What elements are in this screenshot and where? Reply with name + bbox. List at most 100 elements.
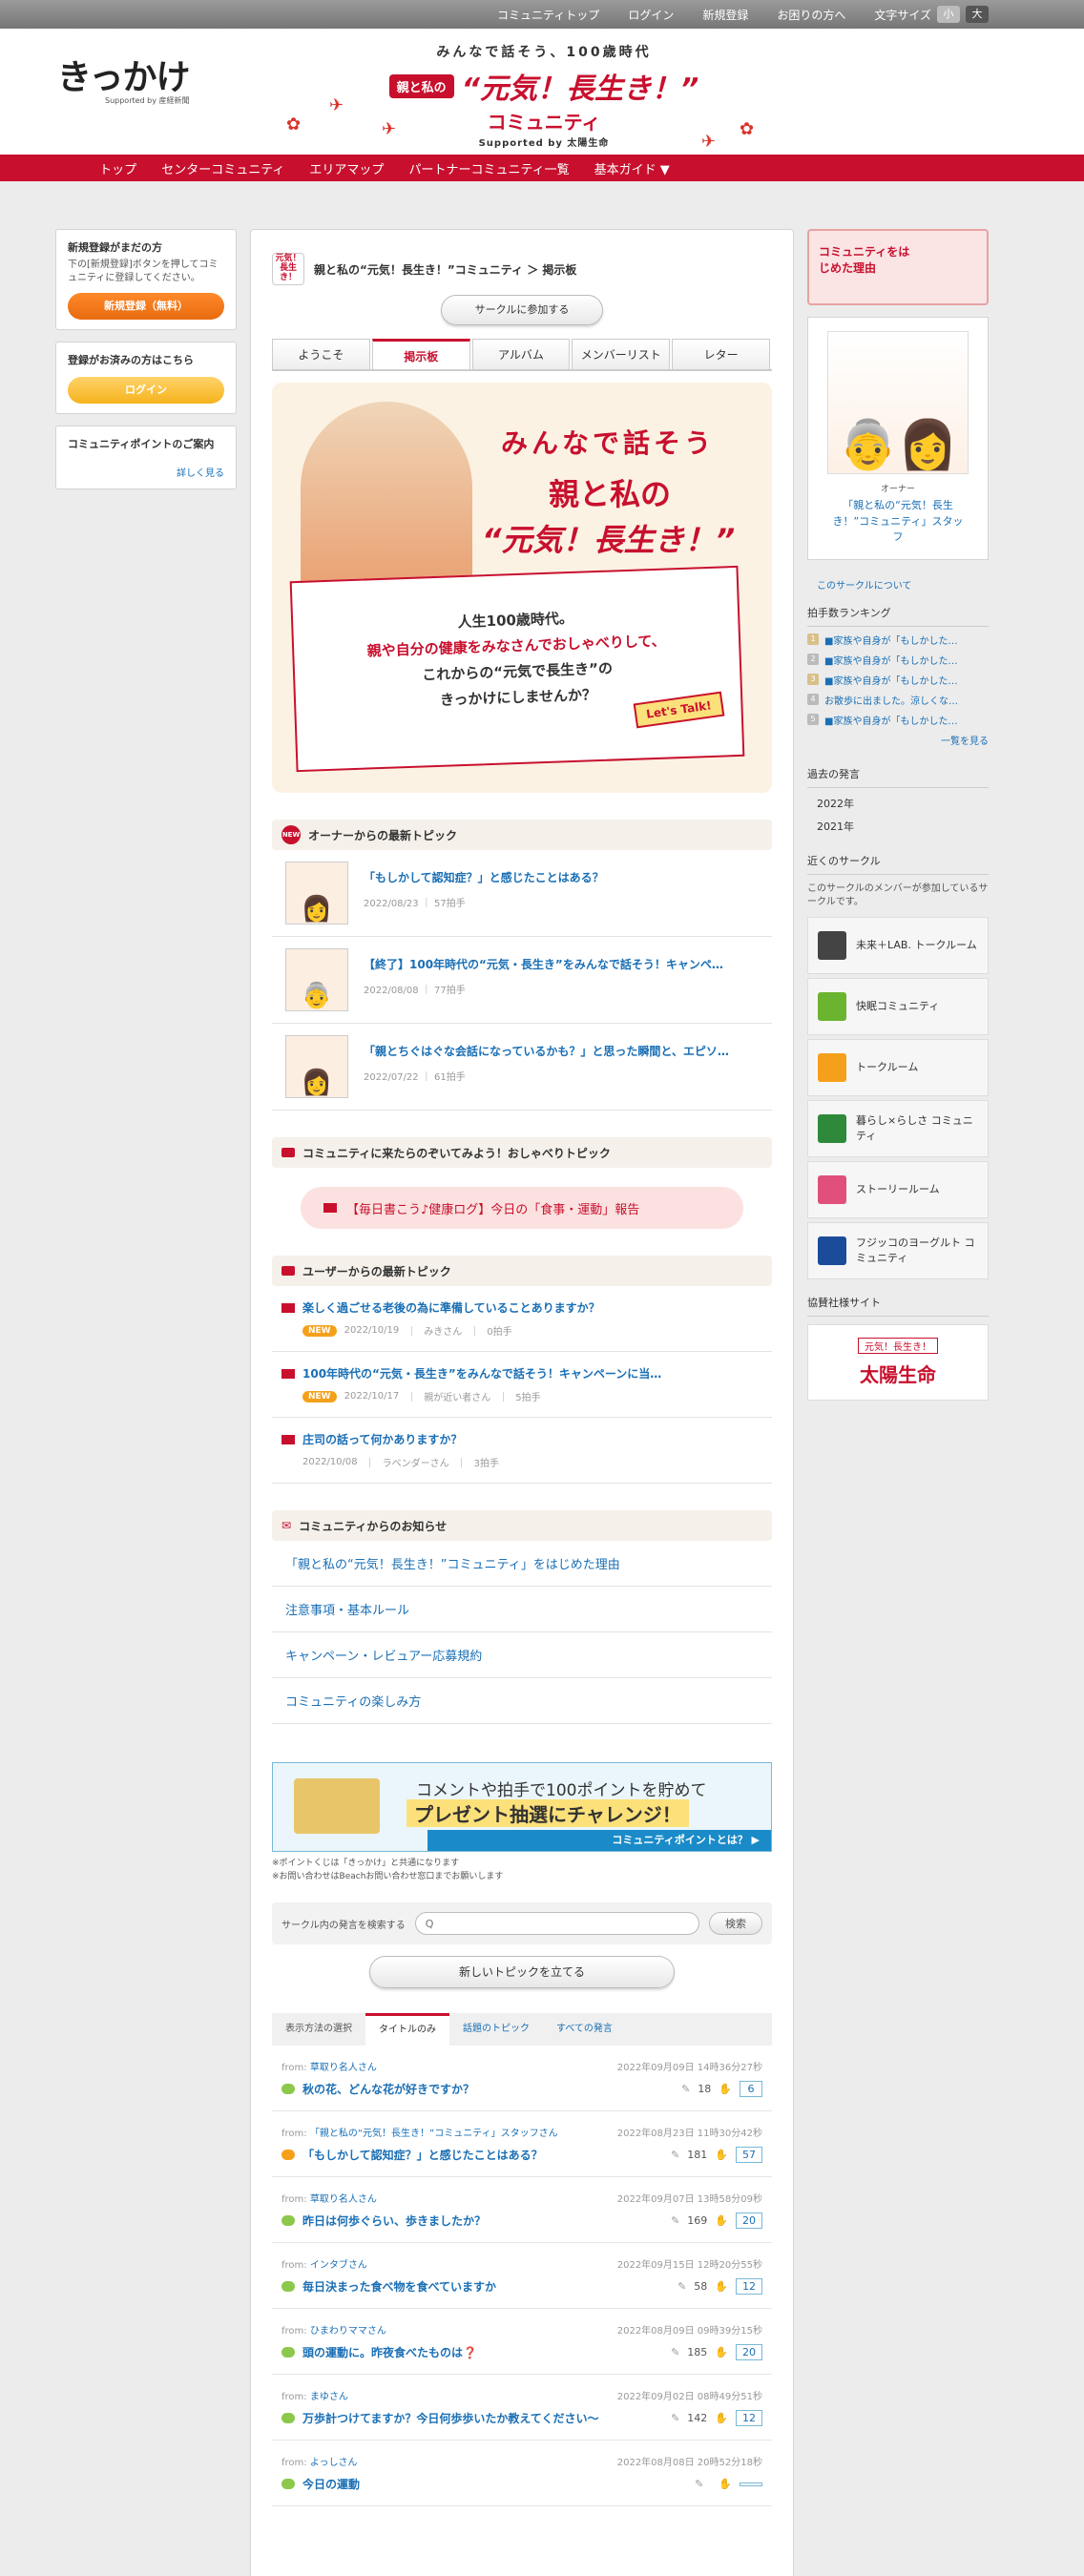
post-title[interactable]: 毎日決まった食べ物を食べていますか (302, 2278, 496, 2295)
font-size-large-button[interactable]: 大 (966, 6, 989, 23)
owner-topic-title[interactable]: 「もしかして認知症？」と感じたことはある？ (364, 869, 604, 887)
display-tab-all[interactable]: すべての発言 (543, 2013, 626, 2046)
owner-topic-item[interactable]: 👩 「親とちぐはぐな会話になっているかも？」と思った瞬間と、エピソ… 2022/… (272, 1024, 772, 1111)
user-topic-title[interactable]: 楽しく過ごせる老後の為に準備していることありますか？ (302, 1299, 600, 1316)
font-size-small-button[interactable]: 小 (937, 6, 960, 23)
post-clap-count[interactable] (740, 2482, 762, 2486)
nav-guide[interactable]: 基本ガイド ▼ (594, 159, 670, 177)
points-campaign-banner[interactable]: コメントや拍手で100ポイントを貯めて プレゼント抽選にチャレンジ！ コミュニテ… (272, 1762, 772, 1852)
near-circle-item[interactable]: 未来＋LAB. トークルーム (807, 916, 989, 974)
near-circle-item[interactable]: 暮らし×らしさ コミュニティ (807, 1099, 989, 1157)
post-clap-count[interactable]: 12 (736, 2410, 762, 2426)
nav-top[interactable]: トップ (99, 159, 136, 177)
notice-link[interactable]: コミュニティの楽しみ方 (272, 1678, 772, 1724)
banner-points-link[interactable]: コミュニティポイントとは？ ▶ (427, 1830, 771, 1851)
post-clap-count[interactable]: 20 (736, 2344, 762, 2360)
owner-topic-title[interactable]: 「親とちぐはぐな会話になっているかも？」と思った瞬間と、エピソ… (364, 1043, 729, 1061)
nav-center[interactable]: センターコミュニティ (161, 159, 284, 177)
post-author-link[interactable]: 「親と私の“元気！長生き！”コミュニティ」スタッフさん (310, 2129, 558, 2139)
display-tab-titles[interactable]: タイトルのみ (365, 2013, 449, 2046)
post-row[interactable]: from: 草取り名人さん 2022年09月09日 14時36分27秒 秋の花、どん… (272, 2046, 772, 2111)
tab-welcome[interactable]: ようこそ (272, 339, 370, 369)
post-clap-count[interactable]: 12 (736, 2278, 762, 2295)
user-topic-user[interactable]: 親が近い者さん (424, 1389, 490, 1403)
search-input[interactable] (414, 1912, 699, 1935)
post-author-link[interactable]: インタブさん (310, 2260, 367, 2271)
user-topic-user[interactable]: ラベンダーさん (383, 1455, 449, 1469)
owner-topic-item[interactable]: 👩 「もしかして認知症？」と感じたことはある？ 2022/08/23 ｜ 57拍… (272, 850, 772, 937)
post-title[interactable]: 秋の花、どんな花が好きですか？ (302, 2081, 474, 2097)
post-title[interactable]: 頭の運動に。昨夜食べたものは❓ (302, 2344, 477, 2360)
rank-item[interactable]: 5 ■家族や自身が「もしかした… (807, 713, 989, 727)
kikkake-logo[interactable]: きっかけ Supported by 産経新聞 (57, 50, 191, 106)
display-tab-popular[interactable]: 話題のトピック (449, 2013, 543, 2046)
post-title[interactable]: 昨日は何歩ぐらい、歩きましたか？ (302, 2212, 486, 2229)
post-author-link[interactable]: 草取り名人さん (310, 2063, 377, 2073)
post-author-link[interactable]: 草取り名人さん (310, 2194, 377, 2205)
post-author-link[interactable]: まゆさん (310, 2392, 348, 2402)
post-title[interactable]: 「もしかして認知症？」と感じたことはある？ (302, 2147, 543, 2163)
tab-album[interactable]: アルバム (471, 339, 571, 369)
post-author-link[interactable]: ひまわりママさん (310, 2326, 386, 2337)
post-row[interactable]: from: ひまわりママさん 2022年08月09日 09時39分15秒 頭の運動に… (272, 2309, 772, 2375)
top-link-login[interactable]: ログイン (628, 7, 674, 23)
post-date: 2022年09月02日 08時49分51秒 (616, 2392, 762, 2402)
post-row[interactable]: from: 「親と私の“元気！長生き！”コミュニティ」スタッフさん 2022年08… (272, 2111, 772, 2177)
user-topic-item[interactable]: 100年時代の“元気・長生き”をみんなで話そう！キャンペーンに当… NEW 202… (272, 1352, 772, 1418)
tab-board[interactable]: 掲示板 (371, 339, 470, 369)
post-clap-count[interactable]: 57 (736, 2147, 762, 2163)
notice-link[interactable]: 「親と私の“元気！長生き！”コミュニティ」をはじめた理由 (272, 1541, 772, 1587)
rank-item[interactable]: 3 ■家族や自身が「もしかした… (807, 673, 989, 687)
post-title[interactable]: 万歩計つけてますか？今日何歩歩いたか教えてください〜 (302, 2410, 598, 2426)
year-link[interactable]: 2021年 (807, 819, 989, 834)
community-brand[interactable]: みんなで話そう、100歳時代 親と私の “元気！長生き！” コミュニティ Sup… (367, 42, 720, 149)
rank-more-link[interactable]: 一覧を見る (807, 733, 989, 747)
join-circle-button[interactable]: サークルに参加する (441, 295, 603, 325)
post-row[interactable]: from: まゆさん 2022年09月02日 08時49分51秒 万歩計つけてますか… (272, 2375, 772, 2441)
owner-name-link[interactable]: 「親と私の“元気！長生き！”コミュニティ」スタッフ (827, 498, 969, 546)
user-topic-title[interactable]: 庄司の話って何かありますか？ (302, 1431, 462, 1447)
tab-member-list[interactable]: メンバーリスト (572, 339, 671, 369)
user-topic-title[interactable]: 100年時代の“元気・長生き”をみんなで話そう！キャンペーンに当… (302, 1365, 661, 1381)
year-link[interactable]: 2022年 (807, 796, 989, 811)
top-link-help[interactable]: お困りの方へ (777, 7, 845, 23)
user-topic-item[interactable]: 楽しく過ごせる老後の為に準備していることありますか？ NEW 2022/10/19… (272, 1286, 772, 1352)
search-button[interactable]: 検索 (709, 1912, 762, 1935)
rank-item[interactable]: 2 ■家族や自身が「もしかした… (807, 653, 989, 667)
notice-link[interactable]: 注意事項・基本ルール (272, 1587, 772, 1632)
rank-item[interactable]: 4 お散歩に出ました。涼しくな… (807, 693, 989, 707)
owner-photo[interactable]: 👵👩 (827, 331, 969, 474)
speech-bubble-icon (281, 1266, 295, 1276)
post-clap-count[interactable]: 20 (736, 2212, 762, 2229)
nav-partner[interactable]: パートナーコミュニティ一覧 (408, 159, 569, 177)
why-started-banner[interactable]: コミュニティをはじめた理由 (807, 229, 989, 305)
near-circle-item[interactable]: フジッコのヨーグルト コミュニティ (807, 1221, 989, 1279)
owner-topic-item[interactable]: 👵 【終了】100年時代の“元気・長生き”をみんなで話そう！キャンペ… 2022… (272, 937, 772, 1024)
post-author-link[interactable]: よっしさん (310, 2458, 358, 2468)
register-button[interactable]: 新規登録（無料） (68, 293, 224, 320)
sponsor-banner[interactable]: 元気！長生き！ 太陽生命 (807, 1323, 989, 1401)
post-row[interactable]: from: インタブさん 2022年09月15日 12時20分55秒 毎日決まった食… (272, 2243, 772, 2309)
notice-link[interactable]: キャンペーン・レビュアー応募規約 (272, 1632, 772, 1678)
post-clap-count[interactable]: 6 (740, 2081, 762, 2097)
health-log-topic-button[interactable]: 【毎日書こう♪健康ログ】今日の「食事・運動」報告 (301, 1187, 743, 1229)
near-circle-item[interactable]: 快眠コミュニティ (807, 977, 989, 1035)
owner-topic-title[interactable]: 【終了】100年時代の“元気・長生き”をみんなで話そう！キャンペ… (364, 956, 723, 974)
breadcrumb-text[interactable]: 親と私の“元気！長生き！”コミュニティ ＞ 掲示板 (314, 261, 576, 278)
user-topic-user[interactable]: みきさん (424, 1323, 462, 1338)
about-circle-link[interactable]: このサークルについて (807, 577, 989, 592)
user-topic-item[interactable]: 庄司の話って何かありますか？ 2022/10/08 ｜ラベンダーさん｜ 3拍手 (272, 1418, 772, 1484)
post-title[interactable]: 今日の運動 (302, 2476, 360, 2492)
login-button[interactable]: ログイン (68, 377, 224, 404)
near-circle-item[interactable]: ストーリールーム (807, 1160, 989, 1218)
new-topic-button[interactable]: 新しいトピックを立てる (369, 1956, 675, 1988)
top-link-register[interactable]: 新規登録 (702, 7, 748, 23)
near-circle-item[interactable]: トークルーム (807, 1038, 989, 1096)
tab-letter[interactable]: レター (672, 339, 770, 369)
rank-item[interactable]: 1 ■家族や自身が「もしかした… (807, 633, 989, 647)
post-row[interactable]: from: よっしさん 2022年08月08日 20時52分18秒 今日の運動 ✎ ✋ (272, 2441, 772, 2506)
points-more-link[interactable]: 詳しく見る (68, 465, 224, 479)
nav-area-map[interactable]: エリアマップ (309, 159, 384, 177)
post-row[interactable]: from: 草取り名人さん 2022年09月07日 13時58分09秒 昨日は何歩ぐ… (272, 2177, 772, 2243)
top-link-community[interactable]: コミュニティトップ (497, 7, 599, 23)
